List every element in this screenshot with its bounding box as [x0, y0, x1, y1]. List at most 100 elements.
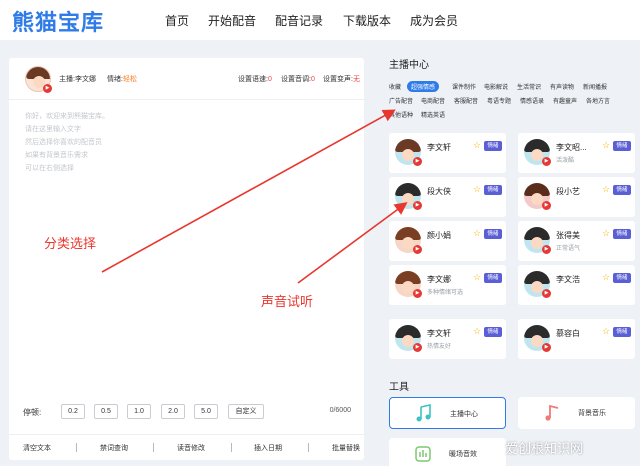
category-item[interactable]: 广告配音 — [389, 96, 413, 105]
pause-label: 停顿: — [23, 408, 42, 417]
anchor-description: 正常语气 — [556, 246, 581, 252]
tool-anchor-center[interactable]: 主播中心 — [389, 397, 506, 429]
play-icon[interactable]: ▶ — [413, 245, 422, 254]
play-icon[interactable]: ▶ — [413, 289, 422, 298]
mood-setting[interactable]: 情绪:轻松 — [107, 74, 137, 84]
pause-2-0-button[interactable]: 2.0 — [161, 404, 185, 419]
anchor-center-title: 主播中心 — [389, 60, 429, 71]
nav-home[interactable]: 首页 — [165, 12, 189, 29]
insert-date-button[interactable]: 插入日期 — [254, 443, 282, 453]
tool-background-music[interactable]: 背景音乐 — [518, 397, 635, 429]
play-icon[interactable]: ▶ — [413, 157, 422, 166]
current-anchor: 主播:李文娜 — [59, 76, 96, 83]
anchor-card[interactable]: ▶ 李文娜 多种情绪可选 ☆ 情绪 — [389, 265, 506, 305]
emotion-badge: 情绪 — [613, 141, 631, 151]
pause-0-5-button[interactable]: 0.5 — [94, 404, 118, 419]
category-item[interactable]: 客服配音 — [454, 96, 478, 105]
category-item[interactable]: 精选英语 — [421, 110, 445, 119]
tone-setting[interactable]: 设置音调:0 — [281, 74, 315, 84]
anchor-card[interactable]: ▶ 慕容白 ☆ 情绪 — [518, 319, 635, 359]
annotation-category-select: 分类选择 — [44, 236, 97, 251]
anchor-name: 慕容白 — [556, 329, 580, 338]
annotation-voice-preview: 声音试听 — [261, 294, 314, 309]
text-input-area[interactable]: 你好，欢迎来到熊猫宝库。 请在这里输入文字 然后选择你喜欢的配音员 如果有背景音… — [25, 110, 109, 175]
pause-0-2-button[interactable]: 0.2 — [61, 404, 85, 419]
sound-effect-icon — [415, 446, 431, 462]
play-icon[interactable]: ▶ — [542, 245, 551, 254]
play-icon[interactable]: ▶ — [542, 201, 551, 210]
category-item[interactable]: 电影解说 — [484, 82, 508, 91]
anchor-card[interactable]: ▶ 张得美 正常语气 ☆ 情绪 — [518, 221, 635, 261]
pause-5-0-button[interactable]: 5.0 — [194, 404, 218, 419]
anchor-description: 热情友好 — [427, 344, 452, 350]
play-icon[interactable]: ▶ — [413, 201, 422, 210]
play-icon[interactable]: ▶ — [542, 289, 551, 298]
category-item[interactable]: 课件制作 — [452, 82, 476, 91]
category-item[interactable]: 生活常识 — [517, 82, 541, 91]
music-icon — [545, 404, 559, 421]
play-icon[interactable]: ▶ — [542, 343, 551, 352]
anchor-card[interactable]: ▶ 李文浩 ☆ 情绪 — [518, 265, 635, 305]
anchor-name: 李文轩 — [427, 329, 451, 338]
play-icon[interactable]: ▶ — [413, 343, 422, 352]
category-item[interactable]: 有声读物 — [550, 82, 574, 91]
category-item-active[interactable]: 超强情感 — [407, 81, 440, 92]
clear-text-button[interactable]: 清空文本 — [23, 443, 51, 453]
anchor-card[interactable]: ▶ 段小艺 ☆ 情绪 — [518, 177, 635, 217]
star-icon[interactable]: ☆ — [473, 326, 481, 337]
banned-word-check-button[interactable]: 禁词查询 — [100, 443, 128, 453]
anchor-name: 张得美 — [556, 231, 580, 240]
play-icon[interactable]: ▶ — [43, 84, 52, 93]
star-icon[interactable]: ☆ — [473, 228, 481, 239]
star-icon[interactable]: ☆ — [602, 184, 610, 195]
emotion-badge: 情绪 — [613, 185, 631, 195]
logo[interactable]: 熊猫宝库 — [12, 5, 104, 37]
pause-row: 停顿: 0.2 0.5 1.0 2.0 5.0 自定义 0/6000 — [23, 404, 353, 420]
anchor-card[interactable]: ▶ 李文轩 热情友好 ☆ 情绪 — [389, 319, 506, 359]
play-icon[interactable]: ▶ — [542, 157, 551, 166]
star-icon[interactable]: ☆ — [602, 140, 610, 151]
anchor-name: 段大侠 — [427, 187, 451, 196]
category-item[interactable]: 各地方言 — [586, 96, 610, 105]
anchor-card[interactable]: ▶ 颜小娟 ☆ 情绪 — [389, 221, 506, 261]
star-icon[interactable]: ☆ — [473, 272, 481, 283]
tool-warmup-effects[interactable]: 暖场音效 — [389, 438, 506, 466]
batch-replace-button[interactable]: 批量替换 — [332, 443, 360, 453]
emotion-badge: 情绪 — [613, 229, 631, 239]
anchor-card[interactable]: ▶ 李文轩 ☆ 情绪 — [389, 133, 506, 173]
tools-title: 工具 — [389, 382, 409, 393]
tool-label: 暖场音效 — [449, 451, 477, 458]
emotion-badge: 情绪 — [484, 273, 502, 283]
anchor-card[interactable]: ▶ 李文昭... 活泼酷 ☆ 情绪 — [518, 133, 635, 173]
nav-membership[interactable]: 成为会员 — [410, 12, 458, 29]
star-icon[interactable]: ☆ — [602, 326, 610, 337]
tool-label: 主播中心 — [450, 411, 478, 418]
star-icon[interactable]: ☆ — [602, 228, 610, 239]
star-icon[interactable]: ☆ — [473, 140, 481, 151]
pause-1-0-button[interactable]: 1.0 — [127, 404, 151, 419]
star-icon[interactable]: ☆ — [602, 272, 610, 283]
nav-download[interactable]: 下载版本 — [343, 12, 391, 29]
top-nav: 熊猫宝库 首页 开始配音 配音记录 下载版本 成为会员 — [0, 0, 640, 40]
music-note-icon — [416, 404, 431, 422]
voice-change-setting[interactable]: 设置变声:无 — [323, 74, 360, 84]
pause-custom-button[interactable]: 自定义 — [228, 404, 264, 419]
category-item[interactable]: 新闻播报 — [583, 82, 607, 91]
nav-start-dubbing[interactable]: 开始配音 — [208, 12, 256, 29]
category-item[interactable]: 情感语录 — [520, 96, 544, 105]
star-icon[interactable]: ☆ — [473, 184, 481, 195]
anchor-card[interactable]: ▶ 段大侠 ☆ 情绪 — [389, 177, 506, 217]
category-item[interactable]: 其他语种 — [389, 110, 413, 119]
emotion-badge: 情绪 — [613, 273, 631, 283]
speed-setting[interactable]: 设置语速:0 — [238, 74, 272, 84]
category-item[interactable]: 收藏 — [389, 82, 401, 91]
nav-dubbing-history[interactable]: 配音记录 — [275, 12, 323, 29]
pronunciation-edit-button[interactable]: 读音修改 — [177, 443, 205, 453]
editor-footer: 清空文本 禁词查询 读音修改 插入日期 批量替换 — [9, 434, 364, 460]
watermark: 爱创根知识网 — [505, 441, 584, 456]
category-item[interactable]: 有趣童声 — [553, 96, 577, 105]
anchor-name: 李文娜 — [427, 275, 451, 284]
category-item[interactable]: 粤语专题 — [487, 96, 511, 105]
anchor-description: 多种情绪可选 — [427, 290, 464, 296]
category-item[interactable]: 电商配音 — [421, 96, 445, 105]
